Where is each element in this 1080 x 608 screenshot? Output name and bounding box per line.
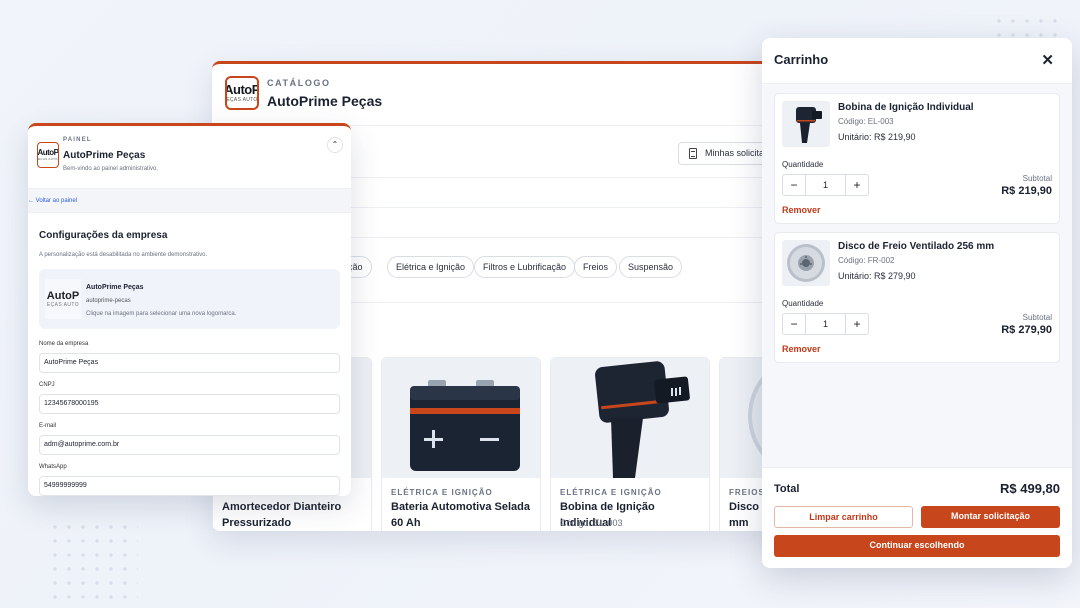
cnpj-label: CNPJ <box>39 382 55 388</box>
subtotal-label: Subtotal <box>1022 174 1052 183</box>
build-request-button[interactable]: Montar solicitação <box>921 506 1060 528</box>
close-icon[interactable]: ✕ <box>1041 51 1054 69</box>
company-name-field[interactable]: AutoPrime Peças <box>39 353 340 373</box>
email-field[interactable]: adm@autoprime.com.br <box>39 435 340 455</box>
panel-eyebrow: PAINEL <box>63 137 92 143</box>
increase-quantity-button[interactable]: + <box>846 175 868 195</box>
logo-card-slug: autoprime-pecas <box>86 298 131 304</box>
my-requests-button[interactable]: Minhas solicita <box>678 142 776 165</box>
company-logo: AutoP EÇAS AUTO <box>37 142 59 168</box>
logo-main-text: AutoP <box>225 82 259 97</box>
quantity-stepper: − 1 + <box>782 313 869 335</box>
product-card[interactable]: ELÉTRICA E IGNIÇÃO Bobina de Ignição Ind… <box>550 357 710 531</box>
my-requests-label: Minhas solicita <box>705 148 765 158</box>
cart-item: Bobina de Ignição Individual Código: EL-… <box>774 93 1060 224</box>
chip-category-filtros[interactable]: Filtros e Lubrificação <box>474 256 576 278</box>
email-label: E-mail <box>39 423 57 429</box>
quantity-label: Quantidade <box>782 299 824 308</box>
company-logo: AutoP EÇAS AUTO <box>225 76 259 110</box>
product-code: Código: EL-003 <box>560 518 623 528</box>
increase-quantity-button[interactable]: + <box>846 314 868 334</box>
product-category: ELÉTRICA E IGNIÇÃO <box>391 488 493 497</box>
cart-footer: Total R$ 499,80 Limpar carrinho Montar s… <box>762 467 1072 568</box>
battery-image <box>382 358 540 478</box>
back-row: ← Voltar ao painel <box>28 189 351 213</box>
logo-thumbnail[interactable]: AutoP EÇAS AUTO <box>45 279 81 319</box>
cart-items-list: Bobina de Ignição Individual Código: EL-… <box>762 84 1072 467</box>
subtotal-label: Subtotal <box>1022 313 1052 322</box>
back-to-panel-link[interactable]: ← Voltar ao painel <box>28 198 77 204</box>
catalog-title: AutoPrime Peças <box>267 93 383 109</box>
cart-item-unit-price: Unitário: R$ 219,90 <box>838 132 916 142</box>
whatsapp-label: WhatsApp <box>39 464 67 470</box>
cart-item: Disco de Freio Ventilado 256 mm Código: … <box>774 232 1060 363</box>
chevrons-up-icon[interactable]: ⌃ <box>327 137 343 153</box>
chip-category-freios[interactable]: Freios <box>574 256 618 278</box>
logo-upload-card[interactable]: AutoP EÇAS AUTO AutoPrime Peças autoprim… <box>39 269 340 329</box>
cnpj-field[interactable]: 12345678000195 <box>39 394 340 414</box>
whatsapp-field[interactable]: 54999999999 <box>39 476 340 496</box>
total-label: Total <box>774 483 800 495</box>
company-name-label: Nome da empresa <box>39 341 89 347</box>
product-name-line2: mm <box>729 517 749 529</box>
logo-sub-text: EÇAS AUTO <box>226 97 258 103</box>
clear-cart-button[interactable]: Limpar carrinho <box>774 506 913 528</box>
chip-category-suspensao[interactable]: Suspensão <box>619 256 683 278</box>
panel-header: AutoP EÇAS AUTO PAINEL AutoPrime Peças B… <box>28 126 351 189</box>
decorative-dots-bottom <box>48 520 138 600</box>
logo-thumb-sub: EÇAS AUTO <box>46 302 80 308</box>
cart-item-code: Código: EL-003 <box>838 117 894 126</box>
logo-card-name: AutoPrime Peças <box>86 284 144 291</box>
ignition-coil-image <box>551 358 709 478</box>
product-card[interactable]: ELÉTRICA E IGNIÇÃO Bateria Automotiva Se… <box>381 357 541 531</box>
decrease-quantity-button[interactable]: − <box>783 175 805 195</box>
quantity-value[interactable]: 1 <box>805 175 846 195</box>
product-category: FREIOS <box>729 488 765 497</box>
cart-item-name: Disco de Freio Ventilado 256 mm <box>838 241 995 252</box>
chip-category-eletrica[interactable]: Elétrica e Ignição <box>387 256 475 278</box>
continue-shopping-button[interactable]: Continuar escolhendo <box>774 535 1060 557</box>
logo-card-hint: Clique na imagem para selecionar uma nov… <box>86 311 237 317</box>
panel-title: AutoPrime Peças <box>63 150 146 161</box>
product-category: ELÉTRICA E IGNIÇÃO <box>560 488 662 497</box>
cart-item-code: Código: FR-002 <box>838 256 895 265</box>
quantity-stepper: − 1 + <box>782 174 869 196</box>
panel-subtitle: Bem-vindo ao painel administrativo. <box>63 166 159 172</box>
admin-panel-window: AutoP EÇAS AUTO PAINEL AutoPrime Peças B… <box>28 123 351 496</box>
cart-drawer: Carrinho ✕ Bobina de Ignição Individual … <box>762 38 1072 568</box>
product-name: Bateria Automotiva Selada 60 Ah <box>391 501 530 529</box>
subtotal-value: R$ 219,90 <box>1001 185 1052 197</box>
logo-main-text: AutoP <box>37 148 59 157</box>
ignition-coil-image <box>782 101 830 147</box>
cart-title: Carrinho <box>774 52 829 67</box>
catalog-header: AutoP EÇAS AUTO CATÁLOGO AutoPrime Peças <box>212 64 792 126</box>
remove-item-link[interactable]: Remover <box>782 205 821 215</box>
section-note: A personalização está desabilitada no am… <box>39 252 208 258</box>
cart-header: Carrinho ✕ <box>762 38 1072 84</box>
quantity-value[interactable]: 1 <box>805 314 846 334</box>
decrease-quantity-button[interactable]: − <box>783 314 805 334</box>
logo-thumb-main: AutoP <box>46 290 80 302</box>
cart-item-unit-price: Unitário: R$ 279,90 <box>838 271 916 281</box>
catalog-eyebrow: CATÁLOGO <box>267 78 331 88</box>
remove-item-link[interactable]: Remover <box>782 344 821 354</box>
total-value: R$ 499,80 <box>1000 481 1060 496</box>
brake-disc-image <box>782 240 830 286</box>
cart-item-name: Bobina de Ignição Individual <box>838 102 974 113</box>
quantity-label: Quantidade <box>782 160 824 169</box>
document-icon <box>689 148 697 159</box>
section-title: Configurações da empresa <box>39 230 168 241</box>
logo-sub-text: EÇAS AUTO <box>38 157 58 161</box>
subtotal-value: R$ 279,90 <box>1001 324 1052 336</box>
product-name: Amortecedor Dianteiro Pressurizado <box>222 501 342 529</box>
